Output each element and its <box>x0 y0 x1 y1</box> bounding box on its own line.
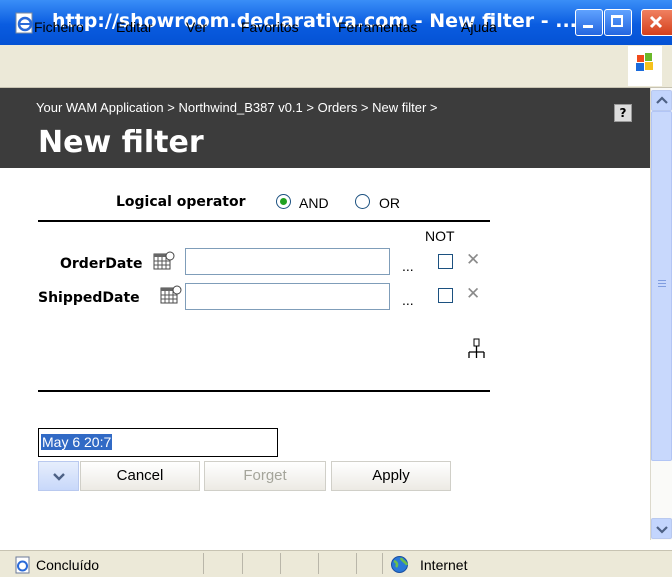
filter-name-value: May 6 20:7 <box>41 434 113 450</box>
field-label-shippeddate: ShippedDate <box>38 290 140 306</box>
cancel-button[interactable]: Cancel <box>80 461 200 491</box>
scroll-thumb[interactable] <box>651 111 672 461</box>
status-bar <box>0 550 672 577</box>
security-zone: Internet <box>420 557 468 573</box>
menu-ferramentas[interactable]: Ferramentas <box>338 19 417 35</box>
chevron-down-icon <box>53 473 65 481</box>
menu-ajuda[interactable]: Ajuda <box>461 19 497 35</box>
internet-globe-icon <box>391 556 409 573</box>
orderdate-more[interactable]: ... <box>402 258 414 274</box>
menu-ficheiro[interactable]: Ficheiro <box>34 19 84 35</box>
radio-and-label: AND <box>299 195 329 211</box>
chevron-down-icon <box>656 526 668 534</box>
radio-or[interactable] <box>355 194 370 209</box>
scroll-down-button[interactable] <box>651 518 672 539</box>
windows-logo <box>628 46 662 86</box>
maximize-button[interactable] <box>604 9 632 36</box>
minimize-button[interactable] <box>575 9 603 36</box>
forget-button[interactable]: Forget <box>204 461 326 491</box>
maximize-icon <box>611 15 623 27</box>
calendar-icon[interactable] <box>153 251 175 271</box>
shippeddate-not-checkbox[interactable] <box>438 288 453 303</box>
page-title: New filter <box>38 125 204 160</box>
not-column-header: NOT <box>425 228 455 244</box>
close-button[interactable] <box>641 9 672 36</box>
close-icon <box>649 15 663 29</box>
radio-and[interactable] <box>276 194 291 209</box>
divider-top <box>38 220 490 222</box>
divider-bottom <box>38 390 490 392</box>
filter-name-input[interactable]: May 6 20:7 <box>38 428 278 457</box>
shippeddate-input[interactable] <box>185 283 390 310</box>
remove-orderdate-icon[interactable]: ✕ <box>466 252 480 269</box>
field-label-orderdate: OrderDate <box>60 256 143 272</box>
remove-shippeddate-icon[interactable]: ✕ <box>466 286 480 303</box>
minimize-icon <box>583 25 593 28</box>
logical-operator-label: Logical operator <box>116 194 246 210</box>
scroll-up-button[interactable] <box>651 90 672 111</box>
orderdate-not-checkbox[interactable] <box>438 254 453 269</box>
orderdate-input[interactable] <box>185 248 390 275</box>
breadcrumb[interactable]: Your WAM Application > Northwind_B387 v0… <box>36 100 438 115</box>
chevron-up-icon <box>656 96 668 104</box>
add-group-icon[interactable] <box>466 338 488 364</box>
help-icon[interactable]: ? <box>614 104 632 122</box>
calendar-icon[interactable] <box>160 285 182 305</box>
menu-ver[interactable]: Ver <box>186 19 207 35</box>
radio-or-label: OR <box>379 195 400 211</box>
dropdown-button[interactable] <box>38 461 79 491</box>
page-header: Your WAM Application > Northwind_B387 v0… <box>0 88 650 168</box>
shippeddate-more[interactable]: ... <box>402 292 414 308</box>
menu-bar <box>0 45 672 88</box>
apply-button[interactable]: Apply <box>331 461 451 491</box>
menu-favoritos[interactable]: Favoritos <box>241 19 299 35</box>
status-text: Concluído <box>36 557 100 573</box>
ie-page-icon <box>15 12 33 34</box>
menu-editar[interactable]: Editar <box>116 19 153 35</box>
page-done-icon <box>15 556 30 574</box>
